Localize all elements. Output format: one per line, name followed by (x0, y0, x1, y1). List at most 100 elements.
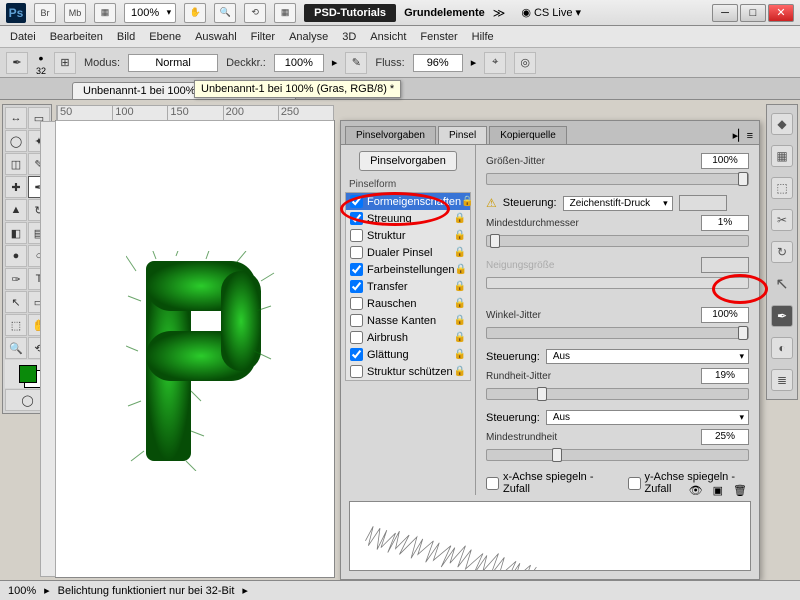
color-panel-icon[interactable]: ◐ (771, 337, 793, 359)
new-preset-icon[interactable]: ▣ (713, 484, 723, 497)
zoom-button[interactable]: 🔍 (214, 3, 236, 23)
preview-toggle-icon[interactable]: 👁 (689, 484, 703, 497)
pinselvorgaben-button[interactable]: Pinselvorgaben (359, 151, 457, 171)
menu-fenster[interactable]: Fenster (420, 31, 457, 43)
lock-icon[interactable]: 🔒 (461, 196, 473, 207)
hand-button[interactable]: ✋ (184, 3, 206, 23)
mindest-slider[interactable] (486, 235, 749, 247)
lock-icon[interactable]: 🔒 (454, 247, 466, 258)
brush-option-checkbox[interactable] (350, 263, 363, 276)
menu-3d[interactable]: 3D (342, 31, 356, 43)
minibridge-button[interactable]: Mb (64, 3, 86, 23)
mindest-value[interactable]: 1% (701, 215, 749, 231)
airbrush-toggle[interactable]: ⌖ (484, 52, 506, 74)
navigator-panel-icon[interactable]: ⬚ (771, 177, 793, 199)
delete-preset-icon[interactable]: 🗑 (733, 484, 747, 497)
status-zoom[interactable]: 100% (8, 585, 36, 597)
brush-option-airbrush[interactable]: Airbrush🔒 (346, 329, 470, 346)
menu-datei[interactable]: Datei (10, 31, 36, 43)
swatches-panel-icon[interactable]: ◆ (771, 113, 793, 135)
healing-tool[interactable]: ✚ (5, 176, 27, 198)
brush-option-struktur-schützen[interactable]: Struktur schützen🔒 (346, 363, 470, 380)
brush-option-dualer-pinsel[interactable]: Dualer Pinsel🔒 (346, 244, 470, 261)
tablet-pressure-opacity[interactable]: ✎ (345, 52, 367, 74)
groessen-jitter-slider[interactable] (486, 173, 749, 185)
menu-auswahl[interactable]: Auswahl (195, 31, 237, 43)
minimize-button[interactable]: ─ (712, 4, 738, 22)
brush-option-rauschen[interactable]: Rauschen🔒 (346, 295, 470, 312)
lock-icon[interactable]: 🔒 (454, 264, 466, 275)
groessen-jitter-value[interactable]: 100% (701, 153, 749, 169)
pen-tool[interactable]: ✑ (5, 268, 27, 290)
brush-option-checkbox[interactable] (350, 229, 363, 242)
brush-option-transfer[interactable]: Transfer🔒 (346, 278, 470, 295)
maximize-button[interactable]: □ (740, 4, 766, 22)
steuerung2-select[interactable]: Aus (546, 349, 749, 364)
crop-tool[interactable]: ◫ (5, 153, 27, 175)
menu-ebene[interactable]: Ebene (149, 31, 181, 43)
menu-ansicht[interactable]: Ansicht (370, 31, 406, 43)
brush-option-struktur[interactable]: Struktur🔒 (346, 227, 470, 244)
workspace-label[interactable]: Grundelemente (404, 7, 485, 19)
path-tool[interactable]: ↖ (5, 291, 27, 313)
lock-icon[interactable]: 🔒 (454, 332, 466, 343)
brush-preset-panel-icon[interactable]: ✒ (771, 305, 793, 327)
lasso-tool[interactable]: ◯ (5, 130, 27, 152)
brush-option-checkbox[interactable] (350, 297, 363, 310)
lock-icon[interactable]: 🔒 (454, 213, 466, 224)
brush-option-checkbox[interactable] (350, 314, 363, 327)
brush-option-streuung[interactable]: Streuung🔒 (346, 210, 470, 227)
cslive-label[interactable]: CS Live (534, 7, 573, 19)
lock-icon[interactable]: 🔒 (454, 298, 466, 309)
mindestrund-value[interactable]: 25% (701, 429, 749, 445)
modus-select[interactable] (128, 54, 218, 72)
menu-bearbeiten[interactable]: Bearbeiten (50, 31, 103, 43)
brush-option-checkbox[interactable] (350, 365, 363, 378)
brush-option-nasse-kanten[interactable]: Nasse Kanten🔒 (346, 312, 470, 329)
brush-size[interactable]: 32 (36, 66, 46, 76)
3d-tool[interactable]: ⬚ (5, 314, 27, 336)
brush-panel-toggle[interactable]: ⊞ (54, 52, 76, 74)
deckkr-input[interactable] (274, 54, 324, 72)
menu-bild[interactable]: Bild (117, 31, 135, 43)
fluss-input[interactable] (413, 54, 463, 72)
zoom-combo[interactable]: 100% (124, 3, 176, 23)
layout-button[interactable]: ▦ (94, 3, 116, 23)
rundheit-value[interactable]: 19% (701, 368, 749, 384)
winkel-jitter-value[interactable]: 100% (701, 307, 749, 323)
cursor-icon[interactable]: ↖ (771, 273, 793, 295)
steuerung3-select[interactable]: Aus (546, 410, 749, 425)
close-button[interactable]: ✕ (768, 4, 794, 22)
eraser-tool[interactable]: ◧ (5, 222, 27, 244)
move-tool[interactable]: ↔ (5, 107, 27, 129)
extras-button[interactable]: ▦ (274, 3, 296, 23)
layers-panel-icon[interactable]: ≣ (771, 369, 793, 391)
menu-hilfe[interactable]: Hilfe (472, 31, 494, 43)
tab-kopierquelle[interactable]: Kopierquelle (489, 126, 567, 144)
brush-option-farbeinstellungen[interactable]: Farbeinstellungen🔒 (346, 261, 470, 278)
tab-pinselvorgaben[interactable]: Pinselvorgaben (345, 126, 436, 144)
brush-option-checkbox[interactable] (350, 280, 363, 293)
workspace-badge[interactable]: PSD-Tutorials (304, 4, 396, 22)
zoom-tool[interactable]: 🔍 (5, 337, 27, 359)
stamp-tool[interactable]: ▲ (5, 199, 27, 221)
fg-color[interactable] (19, 365, 37, 383)
x-achse-checkbox[interactable] (486, 477, 499, 490)
tablet-pressure-size[interactable]: ◎ (514, 52, 536, 74)
brush-option-checkbox[interactable] (350, 331, 363, 344)
blur-tool[interactable]: ● (5, 245, 27, 267)
menu-analyse[interactable]: Analyse (289, 31, 328, 43)
brush-option-checkbox[interactable] (350, 212, 363, 225)
mindestrund-slider[interactable] (486, 449, 749, 461)
lock-icon[interactable]: 🔒 (454, 366, 466, 377)
lock-icon[interactable]: 🔒 (454, 349, 466, 360)
winkel-jitter-slider[interactable] (486, 327, 749, 339)
lock-icon[interactable]: 🔒 (454, 230, 466, 241)
document-canvas[interactable]: 50100150200250 (55, 120, 335, 578)
rundheit-slider[interactable] (486, 388, 749, 400)
bridge-button[interactable]: Br (34, 3, 56, 23)
steuerung1-select[interactable]: Zeichenstift-Druck (563, 196, 673, 211)
brush-option-checkbox[interactable] (350, 195, 363, 208)
brush-tool-indicator[interactable]: ✒ (6, 52, 28, 74)
brush-option-checkbox[interactable] (350, 246, 363, 259)
